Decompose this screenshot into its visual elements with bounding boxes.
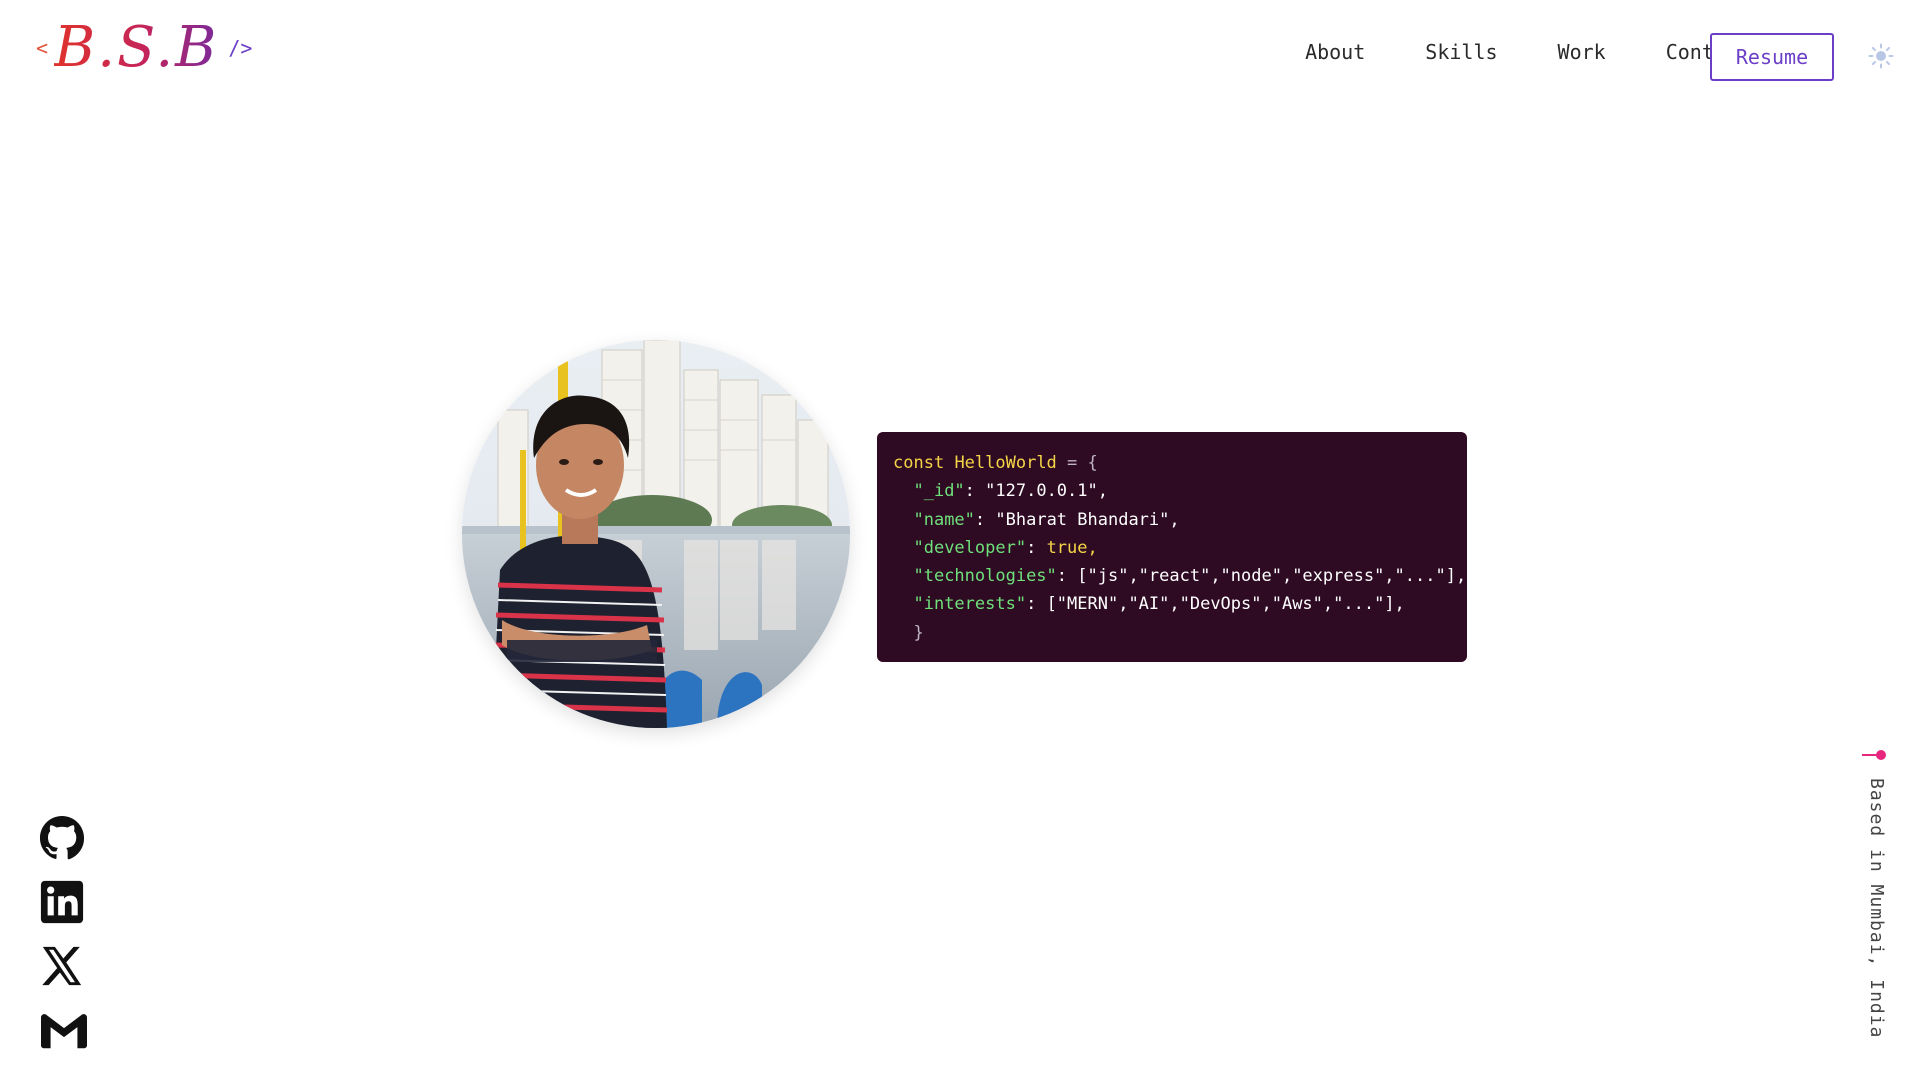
theme-toggle-button[interactable] (1866, 41, 1896, 71)
location-dot (1876, 750, 1886, 760)
code-close-brace: } (913, 622, 924, 643)
code-key-interests: "interests" (913, 594, 1027, 615)
gmail-link[interactable] (38, 1007, 90, 1053)
linkedin-link[interactable] (38, 879, 90, 925)
resume-button[interactable]: Resume (1710, 33, 1834, 81)
logo-open-bracket: < (36, 36, 49, 60)
logo-mark: B.S.B (54, 15, 219, 80)
location-text: Based in Mumbai, India (1866, 778, 1887, 1039)
github-link[interactable] (38, 815, 90, 861)
nav-item-about[interactable]: About (1305, 40, 1365, 64)
social-links (38, 815, 90, 1053)
code-keyword: const (893, 453, 945, 473)
profile-photo (462, 340, 850, 728)
logo-close-bracket: /> (228, 36, 253, 60)
code-value-name: "Bharat Bhandari", (995, 509, 1180, 530)
code-object-name: HelloWorld (954, 453, 1057, 473)
code-key-id: "_id" (913, 481, 965, 502)
code-card: const HelloWorld = { "_id": "127.0.0.1",… (877, 432, 1467, 662)
code-value-developer: true, (1046, 537, 1098, 558)
location-indicator: Based in Mumbai, India (1862, 750, 1890, 1060)
github-icon (39, 815, 85, 860)
sun-icon (1868, 43, 1894, 69)
code-key-technologies: "technologies" (913, 566, 1057, 587)
logo[interactable]: < B.S.B /> (36, 20, 252, 76)
x-link[interactable] (38, 943, 90, 989)
main-nav: About Skills Work Contact (1305, 40, 1750, 64)
x-icon (42, 946, 82, 986)
nav-item-work[interactable]: Work (1558, 40, 1606, 64)
code-key-name: "name" (913, 509, 975, 530)
code-open-brace: = { (1067, 453, 1098, 473)
linkedin-icon (40, 880, 84, 924)
gmail-icon (41, 1014, 87, 1049)
nav-item-skills[interactable]: Skills (1425, 40, 1497, 64)
code-value-interests: ["MERN","AI","DevOps","Aws","..."], (1046, 594, 1405, 615)
page: < B.S.B /> About Skills Work Contact Res… (0, 0, 1920, 1080)
code-value-technologies: ["js","react","node","express","..."], (1077, 566, 1467, 587)
code-key-developer: "developer" (913, 537, 1027, 558)
code-value-id: "127.0.0.1", (985, 481, 1108, 502)
